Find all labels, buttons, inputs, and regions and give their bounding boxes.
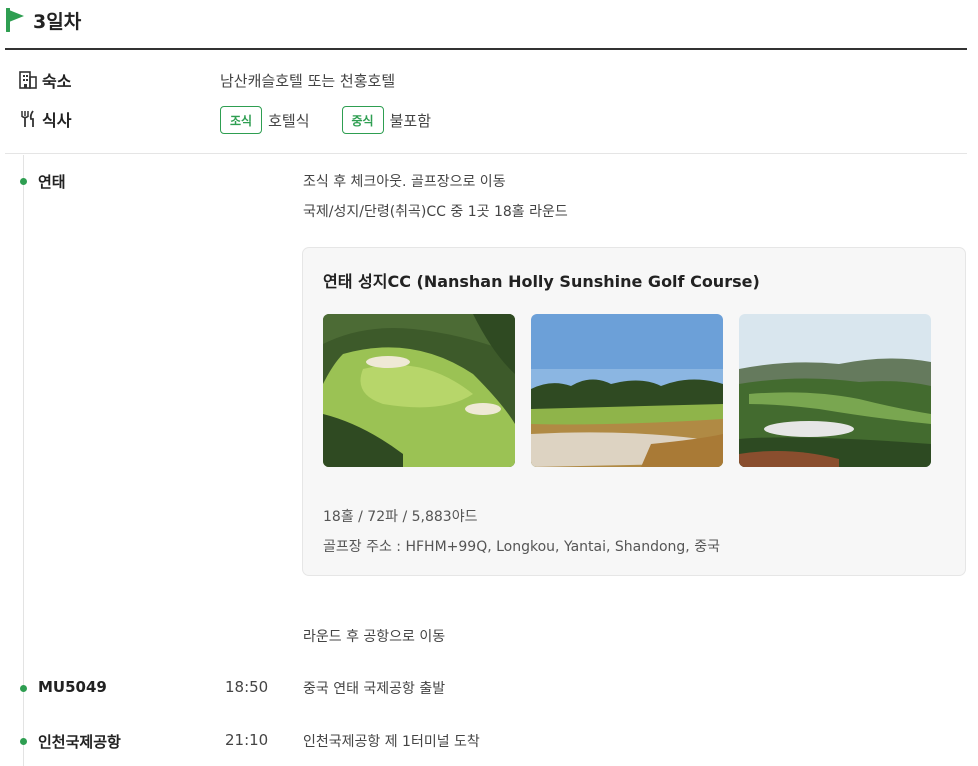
stop-time-flight: 18:50 (225, 678, 269, 696)
timeline-dot (20, 685, 27, 692)
stop-description-line: 조식 후 체크아웃. 골프장으로 이동 (303, 174, 506, 190)
stop-time-incheon: 21:10 (225, 731, 269, 749)
timeline-dot (20, 178, 27, 185)
meals-label: 식사 (42, 111, 72, 130)
timeline-line (23, 155, 24, 766)
stop-name-yantai: 연태 (38, 173, 66, 191)
day-title: 3일차 (33, 10, 82, 33)
meals-value: 조식 호텔식 중식 불포함 (220, 104, 463, 136)
golf-course-photo-2 (531, 314, 723, 467)
golf-course-photo-1 (323, 314, 515, 467)
meal-text-lunch: 불포함 (389, 111, 431, 130)
golf-course-title: 연태 성지CC (Nanshan Holly Sunshine Golf Cou… (323, 272, 760, 291)
meal-badge-lunch: 중식 (341, 106, 384, 134)
golf-course-card: 연태 성지CC (Nanshan Holly Sunshine Golf Cou… (302, 247, 966, 576)
fork-knife-icon (21, 110, 34, 127)
stop-name-flight: MU5049 (38, 678, 107, 696)
stop-name-incheon: 인천국제공항 (38, 733, 121, 751)
meal-text-breakfast: 호텔식 (268, 111, 310, 130)
golf-course-spec: 18홀 / 72파 / 5,883야드 (323, 509, 478, 525)
stop-after-note: 라운드 후 공항으로 이동 (303, 629, 446, 645)
building-icon (19, 71, 37, 89)
accommodation-row: 숙소 (18, 64, 71, 96)
meals-row: 식사 (18, 103, 71, 135)
accommodation-value: 남산캐슬호텔 또는 천홍호텔 (220, 71, 396, 90)
section-divider (5, 153, 967, 154)
golf-course-photo-3 (739, 314, 931, 467)
header-divider (5, 48, 967, 50)
stop-description-line: 중국 연태 국제공항 출발 (303, 681, 446, 697)
flag-icon (6, 8, 24, 32)
timeline-dot (20, 738, 27, 745)
meal-badge-breakfast: 조식 (220, 106, 263, 134)
golf-course-address: 골프장 주소 : HFHM+99Q, Longkou, Yantai, Shan… (323, 539, 720, 555)
day-header: 3일차 (5, 5, 81, 35)
accommodation-label: 숙소 (42, 72, 72, 91)
stop-description-line: 인천국제공항 제 1터미널 도착 (303, 734, 480, 750)
stop-description-line: 국제/성지/단령(취곡)CC 중 1곳 18홀 라운드 (303, 204, 568, 220)
